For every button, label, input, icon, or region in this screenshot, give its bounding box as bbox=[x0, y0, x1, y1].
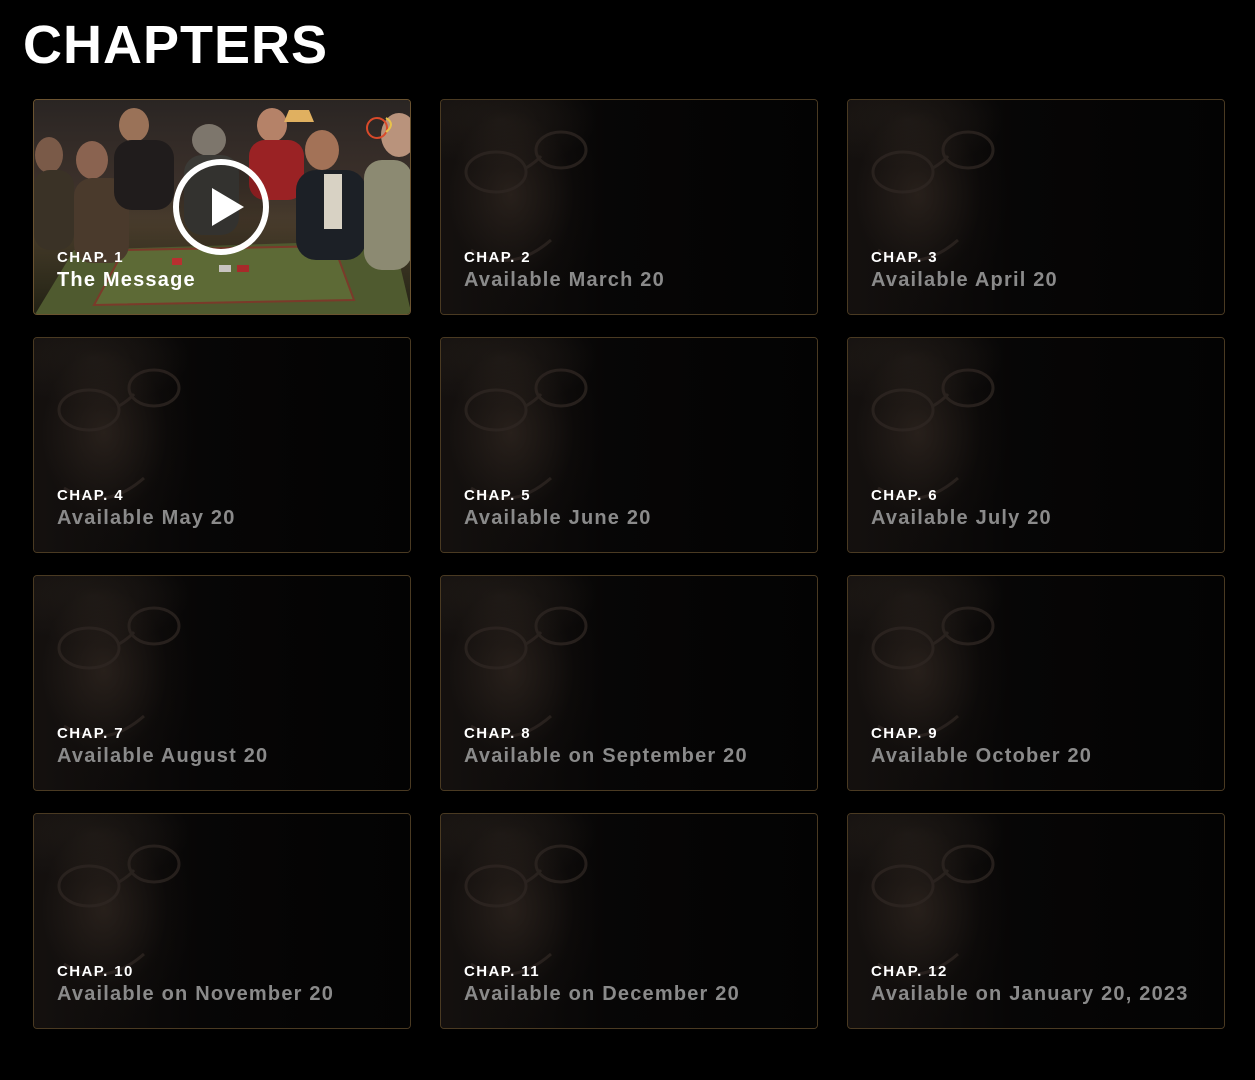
chapter-number: CHAP. 12 bbox=[871, 963, 948, 980]
chapter-number: CHAP. 5 bbox=[464, 487, 532, 504]
chapter-card-6: CHAP. 6 Available July 20 bbox=[847, 337, 1225, 553]
play-button[interactable] bbox=[173, 159, 269, 255]
chapter-number: CHAP. 10 bbox=[57, 963, 134, 980]
chapter-number: CHAP. 8 bbox=[464, 725, 532, 742]
page-title: CHAPTERS bbox=[23, 15, 329, 75]
chapter-number: CHAP. 1 bbox=[57, 249, 125, 266]
chapter-card-2: CHAP. 2 Available March 20 bbox=[440, 99, 818, 315]
chapter-number: CHAP. 9 bbox=[871, 725, 939, 742]
chapter-number: CHAP. 6 bbox=[871, 487, 939, 504]
chapter-card-1[interactable]: CHAP. 1 The Message bbox=[33, 99, 411, 315]
chapter-availability: Available on September 20 bbox=[464, 745, 748, 767]
chapter-card-9: CHAP. 9 Available October 20 bbox=[847, 575, 1225, 791]
chapter-number: CHAP. 4 bbox=[57, 487, 125, 504]
chapter-grid: CHAP. 1 The Message CHAP. 2 Available Ma… bbox=[33, 99, 1225, 1029]
chapter-availability: Available October 20 bbox=[871, 745, 1093, 767]
chapter-availability: Available June 20 bbox=[464, 507, 652, 529]
chapter-card-3: CHAP. 3 Available April 20 bbox=[847, 99, 1225, 315]
chapter-availability: Available on November 20 bbox=[57, 983, 335, 1005]
chapter-availability: Available March 20 bbox=[464, 269, 665, 291]
chapter-number: CHAP. 7 bbox=[57, 725, 125, 742]
chapter-availability: Available April 20 bbox=[871, 269, 1058, 291]
chapter-availability: Available on January 20, 2023 bbox=[871, 983, 1189, 1005]
chapter-card-8: CHAP. 8 Available on September 20 bbox=[440, 575, 818, 791]
chapter-card-10: CHAP. 10 Available on November 20 bbox=[33, 813, 411, 1029]
chapter-number: CHAP. 3 bbox=[871, 249, 939, 266]
chapter-availability: Available May 20 bbox=[57, 507, 236, 529]
chapter-availability: Available July 20 bbox=[871, 507, 1052, 529]
chapter-card-12: CHAP. 12 Available on January 20, 2023 bbox=[847, 813, 1225, 1029]
chapter-title: The Message bbox=[57, 269, 196, 291]
chapter-availability: Available on December 20 bbox=[464, 983, 740, 1005]
chapter-card-4: CHAP. 4 Available May 20 bbox=[33, 337, 411, 553]
chapter-number: CHAP. 11 bbox=[464, 963, 540, 980]
chapter-number: CHAP. 2 bbox=[464, 249, 532, 266]
chapter-card-11: CHAP. 11 Available on December 20 bbox=[440, 813, 818, 1029]
chapter-availability: Available August 20 bbox=[57, 745, 269, 767]
chapter-card-5: CHAP. 5 Available June 20 bbox=[440, 337, 818, 553]
chapter-card-7: CHAP. 7 Available August 20 bbox=[33, 575, 411, 791]
